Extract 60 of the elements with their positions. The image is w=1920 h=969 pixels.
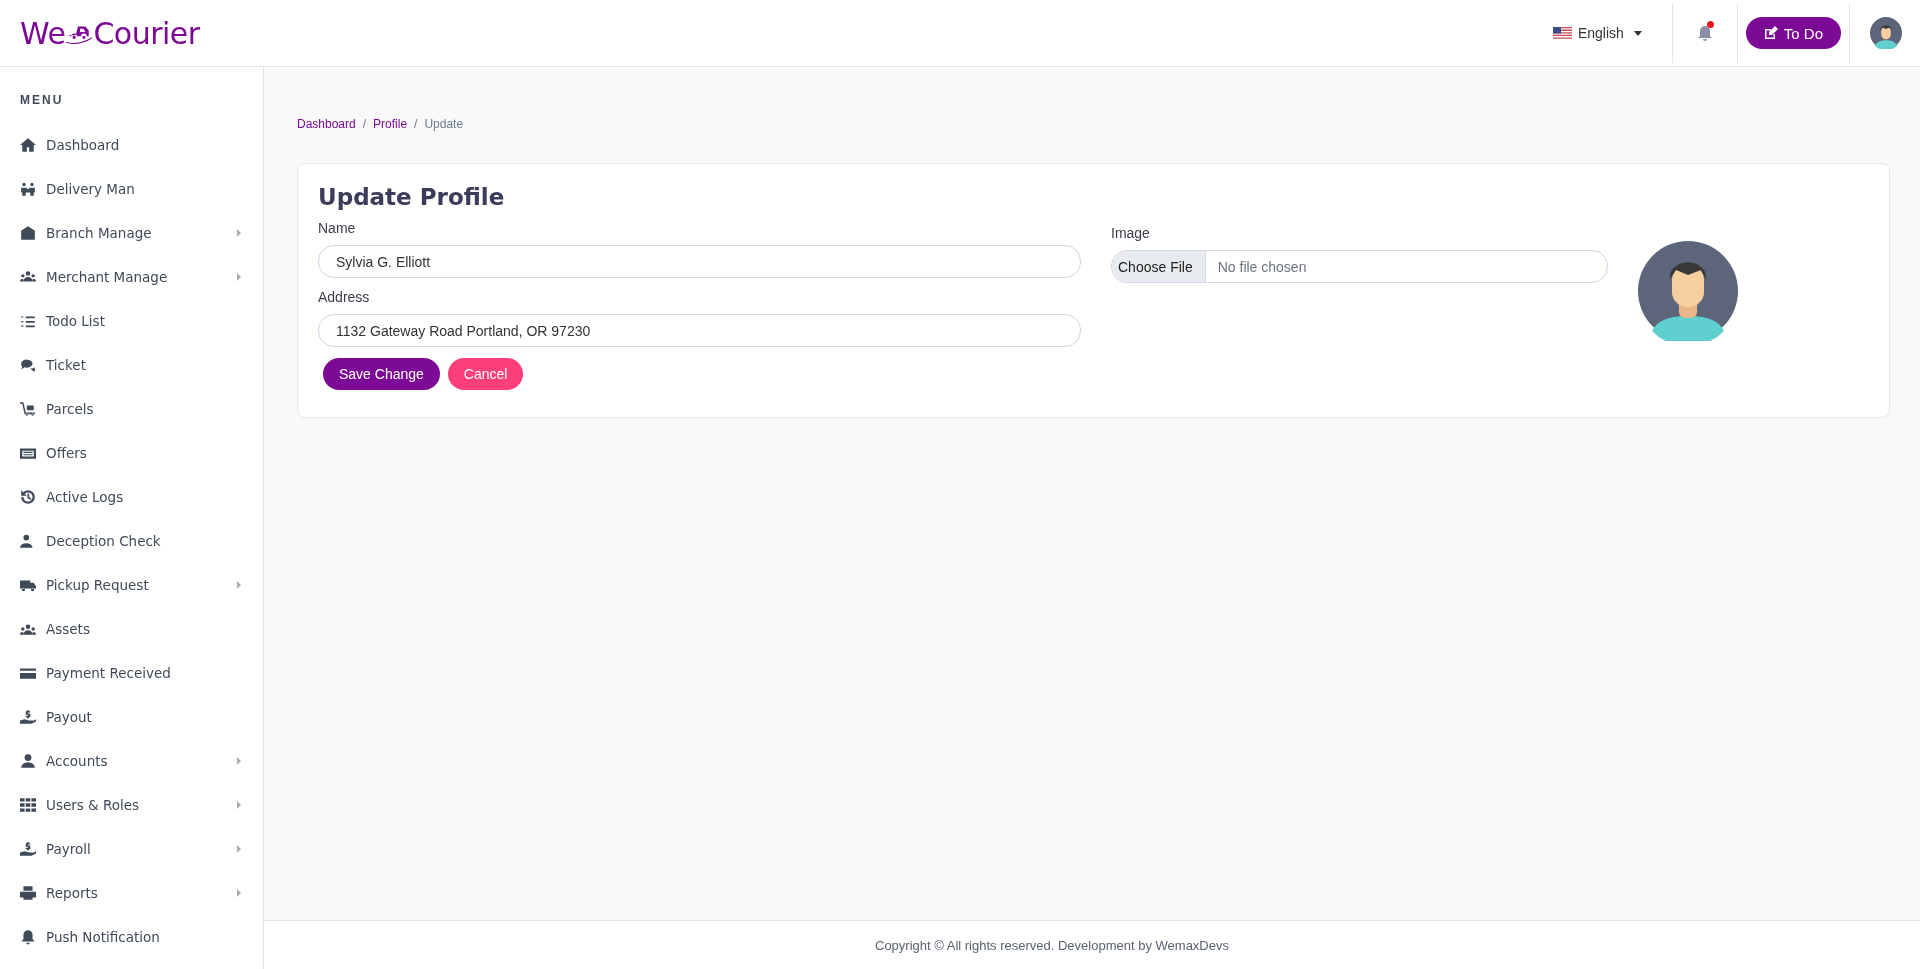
- field-label: Image: [1111, 225, 1151, 241]
- file-input[interactable]: Choose File No file chosen: [1111, 250, 1608, 283]
- building-icon: [20, 225, 36, 241]
- sidebar-item[interactable]: Assets: [0, 607, 263, 651]
- sidebar-item[interactable]: Ticket: [0, 343, 263, 387]
- credit-card-icon: [20, 665, 36, 681]
- input-field[interactable]: Sylvia G. Elliott: [318, 245, 1081, 278]
- group-icon: [20, 269, 36, 285]
- sidebar-item[interactable]: Parcels: [0, 387, 263, 431]
- sidebar-item[interactable]: Pickup Request: [0, 563, 263, 607]
- chat-icon: [20, 357, 36, 373]
- sidebar-item[interactable]: Deception Check: [0, 519, 263, 563]
- card-title: Update Profile: [318, 184, 506, 210]
- avatar-icon[interactable]: [1870, 17, 1902, 49]
- hand-money-icon: [20, 841, 36, 857]
- sidebar-item[interactable]: Payment Received: [0, 651, 263, 695]
- sidebar-item[interactable]: Users & Roles: [0, 783, 263, 827]
- bell-icon: [1696, 24, 1713, 42]
- logo-text: We: [20, 15, 66, 51]
- input-field[interactable]: 1132 Gateway Road Portland, OR 97230: [318, 314, 1081, 347]
- grid-icon: [20, 797, 36, 813]
- breadcrumb-separator: /: [414, 117, 418, 131]
- list-icon: [20, 313, 36, 329]
- field-label: Address: [318, 289, 371, 305]
- edit-icon: [1763, 26, 1778, 40]
- sidebar-item[interactable]: Payout: [0, 695, 263, 739]
- history-icon: [20, 489, 36, 505]
- language-dropdown[interactable]: English: [1552, 25, 1672, 41]
- sidebar-item[interactable]: Accounts: [0, 739, 263, 783]
- hand-money-icon: [20, 709, 36, 725]
- sidebar-item[interactable]: Branch Manage: [0, 211, 263, 255]
- save-button[interactable]: Save Change: [323, 358, 440, 390]
- logo-text: Courier: [93, 15, 200, 51]
- breadcrumb-separator: /: [362, 117, 367, 131]
- todo-button[interactable]: To Do: [1745, 17, 1841, 49]
- house-icon: [20, 137, 36, 153]
- printer-icon: [20, 885, 36, 901]
- sidebar-item[interactable]: Offers: [0, 431, 263, 475]
- sidebar-item[interactable]: Active Logs: [0, 475, 263, 519]
- sidebar-item[interactable]: Reports: [0, 871, 263, 915]
- breadcrumb-current-page: Update: [424, 117, 464, 131]
- sidebar-item[interactable]: Delivery Man: [0, 167, 263, 211]
- sidebar-item[interactable]: Todo List: [0, 299, 263, 343]
- caret-icon: [1633, 30, 1642, 36]
- truck-icon: [20, 577, 36, 593]
- footer-text: Copyright © All rights reserved. Development by WemaxDevs: [264, 920, 1920, 969]
- breadcrumb-link[interactable]: Dashboard: [297, 117, 356, 131]
- bell-icon: [20, 929, 36, 945]
- cart-icon: [20, 401, 36, 417]
- newspaper-icon: [20, 445, 36, 461]
- sidebar-item[interactable]: Push Notification: [0, 915, 263, 959]
- us-flag-icon: [1552, 27, 1572, 39]
- field-label: Name: [318, 220, 357, 236]
- menu-heading: MENU: [19, 92, 65, 109]
- sidebar-item[interactable]: Dashboard: [0, 123, 263, 167]
- people-icon: [20, 181, 36, 197]
- sidebar-item[interactable]: Merchant Manage: [0, 255, 263, 299]
- user-icon: [20, 753, 36, 769]
- breadcrumb-link[interactable]: Profile: [373, 117, 408, 131]
- sidebar-item[interactable]: Payroll: [0, 827, 263, 871]
